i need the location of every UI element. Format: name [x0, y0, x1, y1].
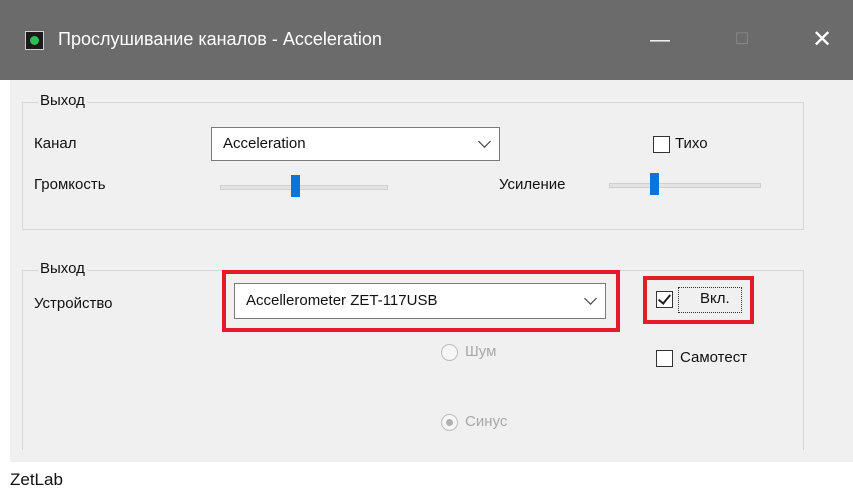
noise-radio[interactable] — [441, 344, 458, 361]
sine-radio[interactable] — [441, 414, 458, 431]
quiet-checkbox[interactable] — [653, 136, 670, 153]
window-title: Прослушивание каналов - Acceleration — [58, 29, 382, 49]
group1-legend: Выход — [38, 92, 87, 109]
group2-legend: Выход — [38, 260, 87, 277]
minimize-button[interactable]: — — [640, 22, 680, 58]
noise-label[interactable]: Шум — [465, 343, 496, 360]
chevron-down-icon — [478, 135, 491, 148]
volume-slider-track[interactable] — [220, 185, 388, 190]
sine-label[interactable]: Синус — [465, 413, 507, 430]
selftest-label[interactable]: Самотест — [680, 349, 747, 366]
enable-label[interactable]: Вкл. — [700, 290, 730, 307]
chevron-down-icon — [584, 292, 597, 305]
gain-label: Усиление — [499, 176, 566, 193]
radio-selected-dot — [446, 419, 453, 426]
device-label: Устройство — [34, 295, 113, 312]
output-group-1 — [22, 102, 804, 230]
enable-checkbox[interactable] — [656, 291, 673, 308]
volume-label: Громкость — [34, 176, 106, 193]
quiet-label[interactable]: Тихо — [675, 135, 708, 152]
gain-slider-track[interactable] — [609, 183, 761, 188]
device-select[interactable]: Accellerometer ZET-117USB — [234, 283, 606, 319]
status-text: ZetLab — [10, 470, 63, 489]
selftest-checkbox[interactable] — [656, 350, 673, 367]
checkmark-icon — [657, 291, 672, 305]
channel-select[interactable]: Acceleration — [211, 127, 500, 161]
close-button[interactable]: ✕ — [802, 22, 842, 58]
title-bar: Прослушивание каналов - Acceleration — ☐… — [0, 0, 853, 80]
channel-select-value: Acceleration — [223, 135, 306, 152]
device-select-value: Accellerometer ZET-117USB — [246, 292, 438, 309]
channel-label: Канал — [34, 135, 77, 152]
volume-slider-thumb[interactable] — [290, 175, 300, 197]
app-icon[interactable] — [25, 31, 44, 50]
gain-slider-thumb[interactable] — [650, 173, 659, 195]
maximize-button[interactable]: ☐ — [722, 22, 762, 58]
